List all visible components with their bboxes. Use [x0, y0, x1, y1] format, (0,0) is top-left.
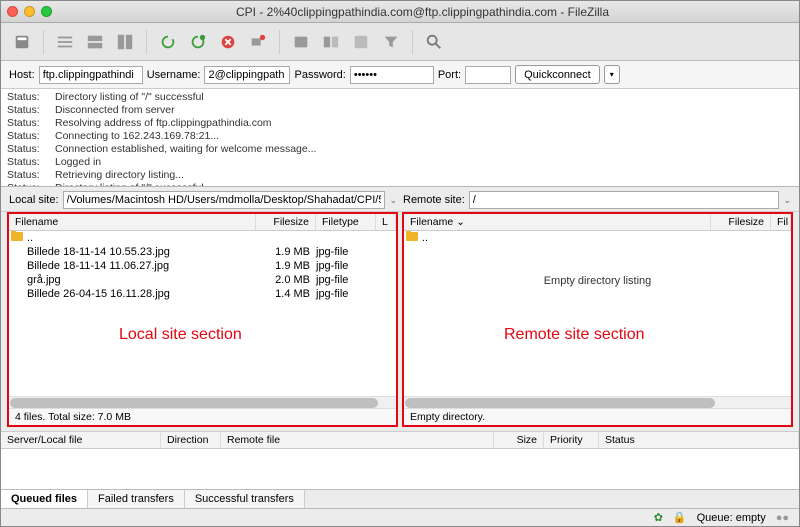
quickconnect-bar: Host: Username: Password: Port: Quickcon… [1, 61, 799, 89]
quickconnect-dropdown[interactable]: ▾ [604, 65, 620, 84]
local-file-list[interactable]: .. Billede 18-11-14 10.55.23.jpg1.9 MBjp… [9, 231, 396, 396]
minimize-window-button[interactable] [24, 6, 35, 17]
local-col-filename[interactable]: Filename [9, 214, 256, 230]
queue-col-remote[interactable]: Remote file [221, 432, 494, 448]
gear-icon[interactable]: ✿ [654, 511, 663, 524]
reconnect-button[interactable] [288, 29, 314, 55]
remote-col-filetype[interactable]: Fil [771, 214, 791, 230]
host-label: Host: [9, 69, 35, 81]
queue-indicator-icon: ●● [776, 512, 789, 524]
host-input[interactable] [39, 66, 143, 84]
remote-site-label: Remote site: [403, 194, 465, 206]
toolbar [1, 23, 799, 61]
port-input[interactable] [465, 66, 511, 84]
queue-col-direction[interactable]: Direction [161, 432, 221, 448]
parent-dir-row[interactable]: .. [9, 231, 396, 245]
message-log[interactable]: Status:Directory listing of "/" successf… [1, 89, 799, 187]
refresh-button[interactable] [155, 29, 181, 55]
compare-button[interactable] [318, 29, 344, 55]
local-site-path[interactable] [63, 191, 386, 209]
local-col-modified[interactable]: L [376, 214, 396, 230]
remote-col-filename[interactable]: Filename ⌄ [404, 214, 711, 230]
username-input[interactable] [204, 66, 290, 84]
zoom-window-button[interactable] [41, 6, 52, 17]
local-status: 4 files. Total size: 7.0 MB [9, 408, 396, 425]
local-col-filesize[interactable]: Filesize [256, 214, 316, 230]
cancel-button[interactable] [215, 29, 241, 55]
empty-listing-message: Empty directory listing [404, 245, 791, 317]
remote-pane: Filename ⌄ Filesize Fil .. Empty directo… [402, 212, 793, 427]
queue-body[interactable] [1, 449, 799, 489]
site-manager-button[interactable] [9, 29, 35, 55]
queue-col-priority[interactable]: Priority [544, 432, 599, 448]
lock-icon[interactable]: 🔒 [673, 511, 687, 524]
local-site-dropdown[interactable]: ⌄ [389, 195, 397, 206]
file-row[interactable]: grå.jpg2.0 MBjpg-file [9, 273, 396, 287]
toggle-queue-button[interactable] [112, 29, 138, 55]
local-col-filetype[interactable]: Filetype [316, 214, 376, 230]
tab-successful-transfers[interactable]: Successful transfers [185, 490, 305, 508]
queue-col-size[interactable]: Size [494, 432, 544, 448]
remote-site-path[interactable] [469, 191, 780, 209]
username-label: Username: [147, 69, 201, 81]
remote-file-list[interactable]: .. Empty directory listing [404, 231, 791, 396]
titlebar: CPI - 2%40clippingpathindia.com@ftp.clip… [1, 1, 799, 23]
remote-site-dropdown[interactable]: ⌄ [783, 195, 791, 206]
file-row[interactable]: Billede 18-11-14 11.06.27.jpg1.9 MBjpg-f… [9, 259, 396, 273]
queue-header: Server/Local file Direction Remote file … [1, 431, 799, 449]
transfer-tabs: Queued files Failed transfers Successful… [1, 489, 799, 508]
sync-browse-button[interactable] [348, 29, 374, 55]
tab-queued-files[interactable]: Queued files [1, 490, 88, 508]
search-button[interactable] [421, 29, 447, 55]
statusbar: ✿ 🔒 Queue: empty ●● [1, 508, 799, 526]
local-site-label: Local site: [9, 194, 59, 206]
quickconnect-button[interactable]: Quickconnect [515, 65, 600, 84]
remote-col-filesize[interactable]: Filesize [711, 214, 771, 230]
queue-col-server[interactable]: Server/Local file [1, 432, 161, 448]
local-scrollbar[interactable] [9, 396, 396, 408]
disconnect-button[interactable] [245, 29, 271, 55]
file-row[interactable]: Billede 18-11-14 10.55.23.jpg1.9 MBjpg-f… [9, 245, 396, 259]
port-label: Port: [438, 69, 461, 81]
folder-icon [11, 232, 23, 241]
parent-dir-row[interactable]: .. [404, 231, 791, 245]
password-label: Password: [294, 69, 345, 81]
toggle-log-button[interactable] [52, 29, 78, 55]
file-row[interactable]: Billede 26-04-15 16.11.28.jpg1.4 MBjpg-f… [9, 287, 396, 301]
remote-status: Empty directory. [404, 408, 791, 425]
queue-col-status[interactable]: Status [599, 432, 799, 448]
remote-scrollbar[interactable] [404, 396, 791, 408]
folder-icon [406, 232, 418, 241]
toggle-tree-button[interactable] [82, 29, 108, 55]
process-queue-button[interactable] [185, 29, 211, 55]
tab-failed-transfers[interactable]: Failed transfers [88, 490, 185, 508]
password-input[interactable] [350, 66, 434, 84]
window-title: CPI - 2%40clippingpathindia.com@ftp.clip… [52, 5, 793, 19]
queue-status: Queue: empty [697, 512, 766, 524]
local-pane: Filename Filesize Filetype L .. Billede … [7, 212, 398, 427]
close-window-button[interactable] [7, 6, 18, 17]
filter-button[interactable] [378, 29, 404, 55]
